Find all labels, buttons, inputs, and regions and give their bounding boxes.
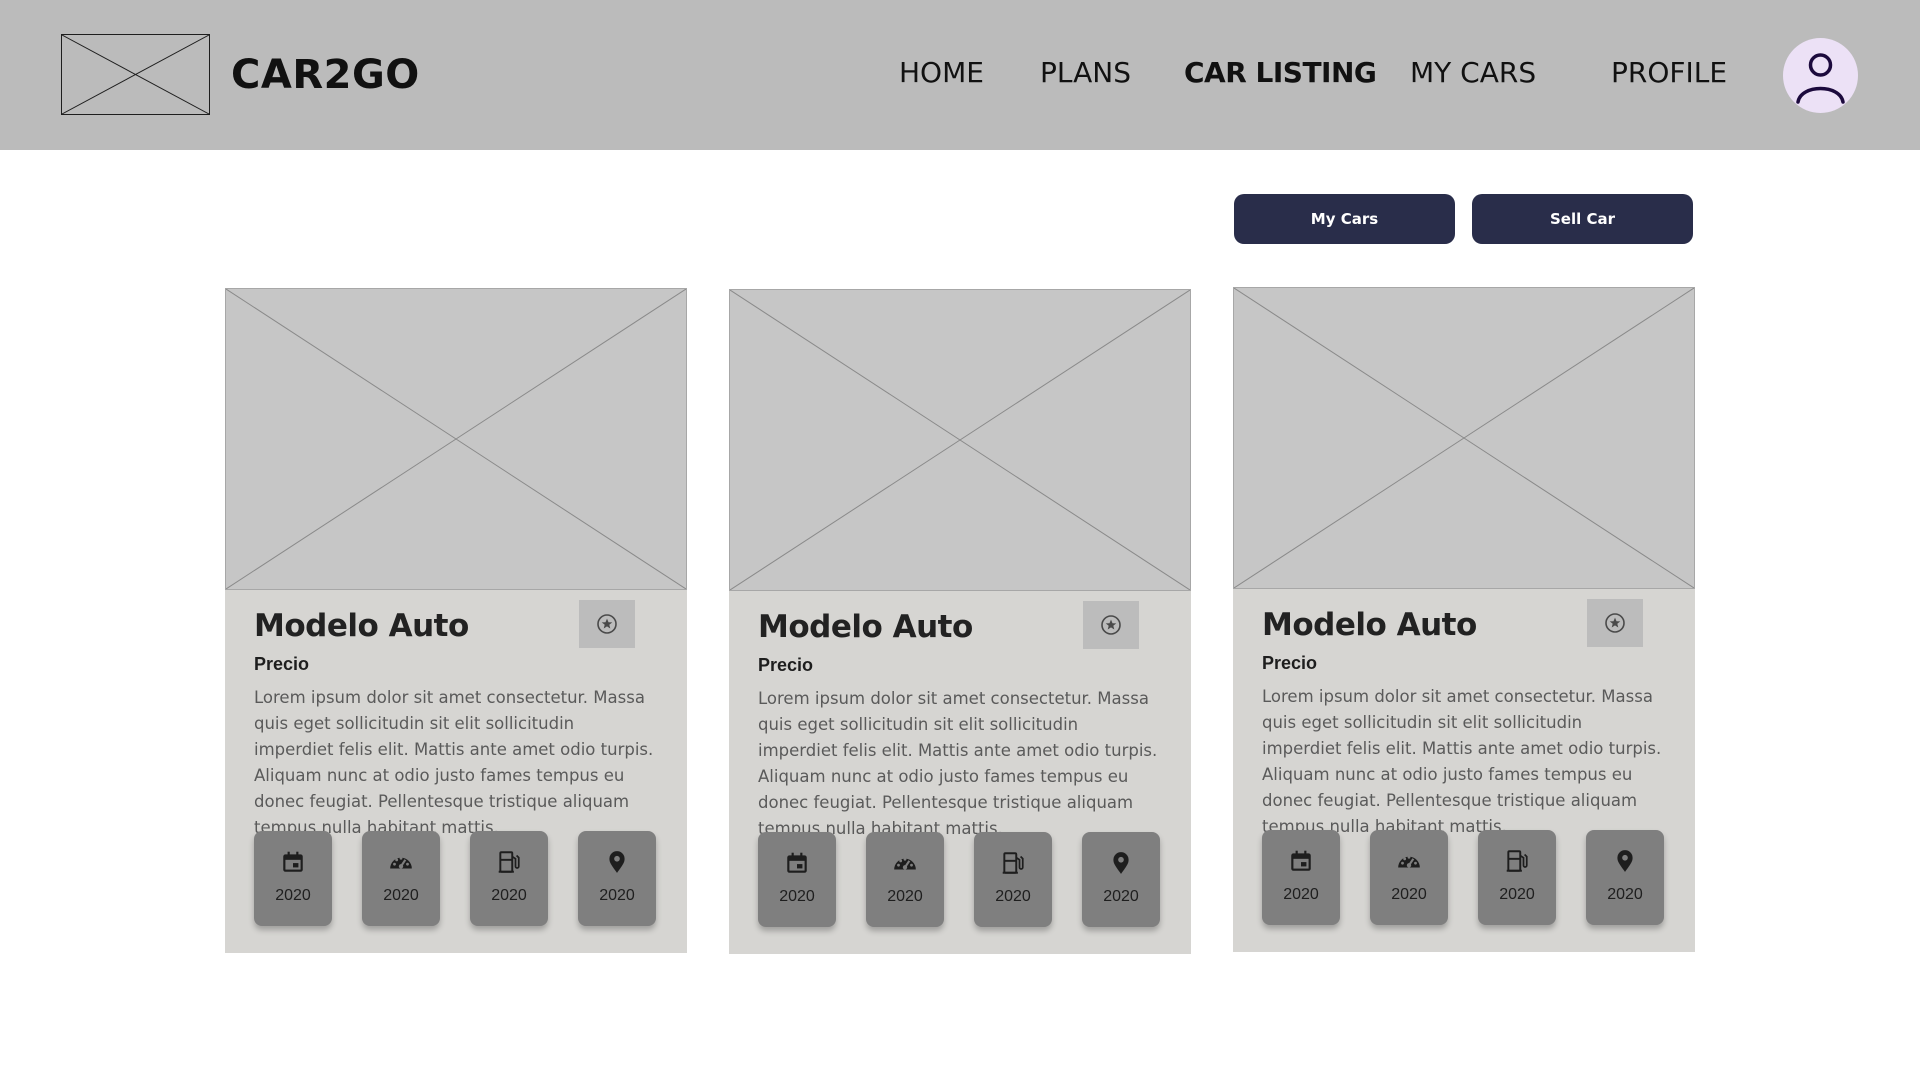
fuel-icon bbox=[498, 851, 520, 873]
nav-car-listing[interactable]: CAR LISTING bbox=[1184, 56, 1377, 89]
star-icon bbox=[1101, 615, 1121, 635]
favorite-button[interactable] bbox=[579, 600, 635, 648]
location-icon bbox=[609, 851, 625, 873]
spec-location: 2020 bbox=[578, 831, 656, 926]
spec-value: 2020 bbox=[599, 887, 635, 904]
spec-value: 2020 bbox=[1391, 886, 1427, 903]
location-icon bbox=[1113, 852, 1129, 874]
favorite-button[interactable] bbox=[1587, 599, 1643, 647]
brand-name[interactable]: CAR2GO bbox=[231, 52, 420, 98]
logo-image[interactable] bbox=[61, 34, 210, 115]
spec-location: 2020 bbox=[1586, 830, 1664, 925]
spec-value: 2020 bbox=[491, 887, 527, 904]
my-cars-button[interactable]: My Cars bbox=[1234, 194, 1455, 244]
car-card: Modelo Auto Precio Lorem ipsum dolor sit… bbox=[225, 288, 687, 953]
spec-fuel: 2020 bbox=[974, 832, 1052, 927]
car-description: Lorem ipsum dolor sit amet consectetur. … bbox=[254, 688, 654, 837]
spec-value: 2020 bbox=[1607, 886, 1643, 903]
fuel-icon bbox=[1002, 852, 1024, 874]
spec-mileage: 2020 bbox=[1370, 830, 1448, 925]
spec-fuel: 2020 bbox=[1478, 830, 1556, 925]
location-icon bbox=[1617, 850, 1633, 872]
spec-mileage: 2020 bbox=[362, 831, 440, 926]
spec-value: 2020 bbox=[1499, 886, 1535, 903]
car-title: Modelo Auto bbox=[758, 609, 973, 645]
calendar-icon bbox=[787, 852, 807, 873]
spec-year: 2020 bbox=[758, 832, 836, 927]
spec-value: 2020 bbox=[275, 887, 311, 904]
car-title: Modelo Auto bbox=[1262, 607, 1477, 643]
avatar[interactable] bbox=[1783, 38, 1858, 113]
image-placeholder-icon bbox=[62, 35, 209, 114]
car-price: Precio bbox=[254, 654, 310, 674]
nav-home[interactable]: HOME bbox=[899, 56, 984, 89]
spec-mileage: 2020 bbox=[866, 832, 944, 927]
speedometer-icon bbox=[894, 857, 916, 870]
favorite-button[interactable] bbox=[1083, 601, 1139, 649]
nav-profile[interactable]: PROFILE bbox=[1611, 56, 1727, 89]
spec-value: 2020 bbox=[779, 888, 815, 905]
spec-location: 2020 bbox=[1082, 832, 1160, 927]
spec-value: 2020 bbox=[383, 887, 419, 904]
spec-value: 2020 bbox=[995, 888, 1031, 905]
car-image[interactable] bbox=[225, 288, 687, 590]
car-image[interactable] bbox=[729, 289, 1191, 591]
user-icon bbox=[1796, 53, 1845, 104]
spec-value: 2020 bbox=[887, 888, 923, 905]
image-placeholder-icon bbox=[1234, 288, 1694, 588]
image-placeholder-icon bbox=[226, 289, 686, 589]
nav-plans[interactable]: PLANS bbox=[1040, 56, 1131, 89]
car-description: Lorem ipsum dolor sit amet consectetur. … bbox=[1262, 687, 1662, 836]
spec-fuel: 2020 bbox=[470, 831, 548, 926]
top-navbar: CAR2GO HOME PLANS CAR LISTING MY CARS PR… bbox=[0, 0, 1920, 150]
fuel-icon bbox=[1506, 850, 1528, 872]
calendar-icon bbox=[283, 851, 303, 872]
calendar-icon bbox=[1291, 850, 1311, 871]
nav-my-cars[interactable]: MY CARS bbox=[1410, 56, 1536, 89]
car-image[interactable] bbox=[1233, 287, 1695, 589]
car-description: Lorem ipsum dolor sit amet consectetur. … bbox=[758, 689, 1158, 838]
spec-value: 2020 bbox=[1283, 886, 1319, 903]
spec-year: 2020 bbox=[1262, 830, 1340, 925]
speedometer-icon bbox=[390, 856, 412, 869]
star-icon bbox=[1605, 613, 1625, 633]
car-card: Modelo Auto Precio Lorem ipsum dolor sit… bbox=[729, 289, 1191, 954]
speedometer-icon bbox=[1398, 855, 1420, 868]
car-card: Modelo Auto Precio Lorem ipsum dolor sit… bbox=[1233, 287, 1695, 952]
car-title: Modelo Auto bbox=[254, 608, 469, 644]
spec-value: 2020 bbox=[1103, 888, 1139, 905]
car-price: Precio bbox=[1262, 653, 1318, 673]
star-icon bbox=[597, 614, 617, 634]
car-price: Precio bbox=[758, 655, 814, 675]
sell-car-button[interactable]: Sell Car bbox=[1472, 194, 1693, 244]
spec-year: 2020 bbox=[254, 831, 332, 926]
image-placeholder-icon bbox=[730, 290, 1190, 590]
